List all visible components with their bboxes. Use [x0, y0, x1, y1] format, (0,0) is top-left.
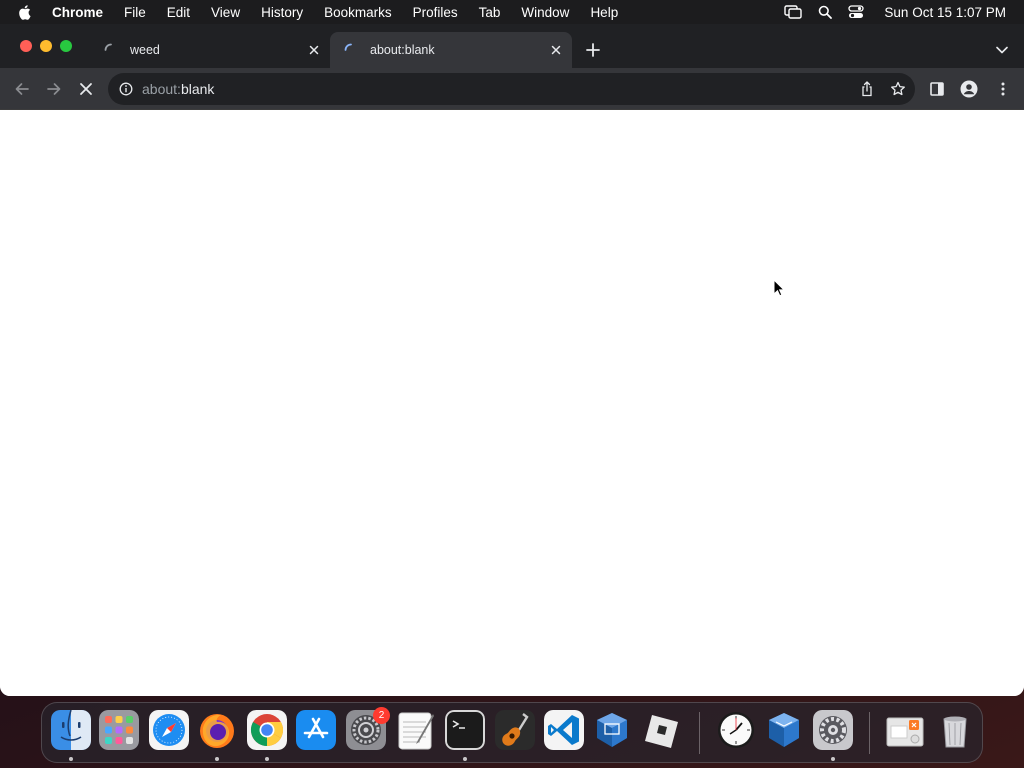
new-tab-button[interactable]: [583, 40, 603, 60]
back-button[interactable]: [11, 78, 33, 100]
firefox-icon[interactable]: [197, 710, 237, 750]
trash-icon[interactable]: [935, 710, 975, 750]
tab-title: weed: [130, 43, 160, 57]
apple-menu-icon[interactable]: [18, 4, 34, 20]
vscode-icon[interactable]: [544, 710, 584, 750]
menu-bar: Chrome File Edit View History Bookmarks …: [0, 0, 1024, 24]
system-settings-icon[interactable]: [813, 710, 853, 750]
dock-separator: [699, 712, 700, 754]
menu-file[interactable]: File: [124, 5, 146, 20]
menu-edit[interactable]: Edit: [167, 5, 190, 20]
menu-app-name[interactable]: Chrome: [52, 5, 103, 20]
menubar-clock[interactable]: Sun Oct 15 1:07 PM: [884, 5, 1006, 20]
mouse-cursor-icon: [773, 279, 785, 297]
tab-weed[interactable]: weed: [90, 32, 330, 68]
close-window-button[interactable]: [20, 40, 32, 52]
dock: 2: [41, 702, 983, 763]
dock-separator: [869, 712, 870, 754]
chrome-window: weed about:blank about:blank: [0, 24, 1024, 696]
safari-icon[interactable]: [149, 710, 189, 750]
garageband-icon[interactable]: [495, 710, 535, 750]
browser-toolbar: about:blank: [0, 68, 1024, 110]
profile-avatar-icon[interactable]: [959, 79, 979, 99]
xampp-folder-icon[interactable]: [885, 710, 925, 750]
stop-loading-button[interactable]: [75, 78, 97, 100]
url-scheme: about:: [142, 81, 181, 97]
screen-mirroring-icon[interactable]: [784, 5, 803, 19]
loading-spinner-icon: [104, 43, 118, 57]
running-indicator: [69, 757, 73, 761]
running-indicator: [463, 757, 467, 761]
tab-about-blank[interactable]: about:blank: [330, 32, 572, 68]
clock-icon[interactable]: [716, 710, 756, 750]
minimize-window-button[interactable]: [40, 40, 52, 52]
notification-badge: 2: [373, 707, 390, 724]
menu-window[interactable]: Window: [521, 5, 569, 20]
running-indicator: [265, 757, 269, 761]
forward-button[interactable]: [43, 78, 65, 100]
share-icon[interactable]: [859, 81, 875, 97]
spotlight-search-icon[interactable]: [818, 5, 833, 19]
tab-strip: weed about:blank: [0, 24, 1024, 68]
launchpad-icon[interactable]: [99, 710, 139, 750]
bookmark-star-icon[interactable]: [890, 81, 906, 97]
menu-bookmarks[interactable]: Bookmarks: [324, 5, 392, 20]
window-controls: [20, 40, 72, 52]
loading-spinner-icon: [344, 43, 358, 57]
virtualbox-vm-icon[interactable]: [764, 710, 804, 750]
terminal-icon[interactable]: [445, 710, 485, 750]
site-info-icon[interactable]: [118, 81, 134, 97]
menu-history[interactable]: History: [261, 5, 303, 20]
running-indicator: [215, 757, 219, 761]
running-indicator: [831, 757, 835, 761]
menu-help[interactable]: Help: [590, 5, 618, 20]
url-text[interactable]: about:blank: [142, 81, 214, 97]
tab-title: about:blank: [370, 43, 435, 57]
chrome-menu-icon[interactable]: [993, 79, 1013, 99]
side-panel-icon[interactable]: [927, 79, 947, 99]
address-bar[interactable]: about:blank: [108, 73, 915, 105]
chrome-icon[interactable]: [247, 710, 287, 750]
close-tab-icon[interactable]: [306, 42, 322, 58]
close-tab-icon[interactable]: [548, 42, 564, 58]
roblox-icon[interactable]: [642, 710, 682, 750]
virtualbox-icon[interactable]: [592, 710, 632, 750]
menu-tab[interactable]: Tab: [479, 5, 501, 20]
textedit-icon[interactable]: [396, 710, 436, 750]
control-center-icon[interactable]: [848, 5, 865, 19]
menu-view[interactable]: View: [211, 5, 240, 20]
zoom-window-button[interactable]: [60, 40, 72, 52]
url-path: blank: [180, 81, 215, 97]
page-content[interactable]: [0, 110, 1024, 696]
app-store-icon[interactable]: [296, 710, 336, 750]
finder-icon[interactable]: [51, 710, 91, 750]
menu-profiles[interactable]: Profiles: [413, 5, 458, 20]
tab-search-chevron-icon[interactable]: [994, 42, 1010, 58]
